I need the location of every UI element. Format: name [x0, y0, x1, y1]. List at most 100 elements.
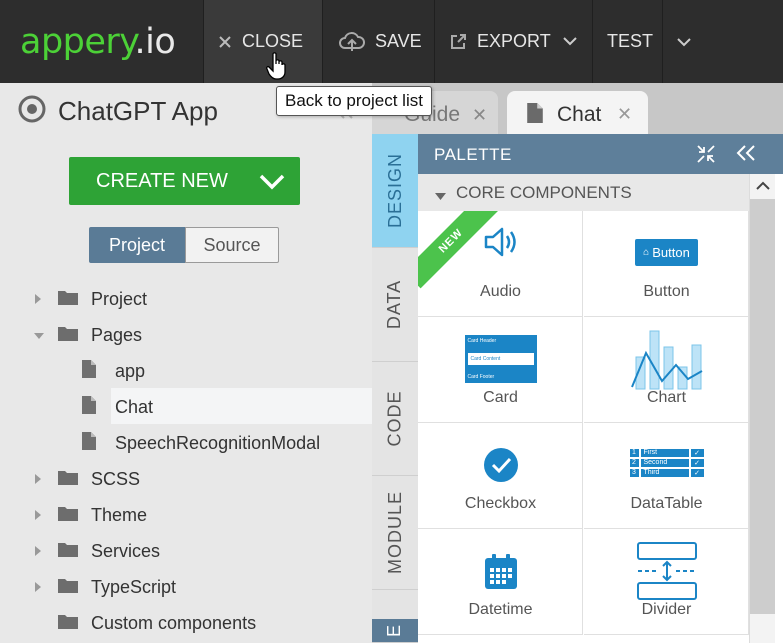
palette-item-datatable[interactable]: 1 First ✓ 2 Second ✓ 3 Third ✓ DataTable [584, 423, 749, 529]
page-file-icon [82, 431, 96, 455]
tree-item-label: TypeScript [91, 576, 177, 597]
close-label: CLOSE [242, 31, 304, 51]
tree-folder-pages[interactable]: Pages [0, 318, 372, 352]
tree-item-label: Custom components [91, 612, 257, 633]
component-label: Chart [646, 389, 687, 406]
expand-arrow-icon[interactable] [33, 289, 43, 310]
scroll-edge [775, 174, 783, 643]
chevron-down-icon[interactable] [562, 37, 577, 46]
datatable-cell: First [640, 449, 689, 457]
cloud-upload-icon [339, 31, 365, 53]
component-label: Checkbox [464, 495, 537, 512]
divider-icon [584, 541, 749, 601]
chart-icon [584, 327, 749, 391]
side-tab-label: MODULE [384, 490, 405, 575]
folder-icon [58, 325, 78, 346]
button-preview-text: Button [652, 245, 690, 260]
hand-cursor-icon [266, 52, 288, 85]
core-components-section[interactable]: CORE COMPONENTS [418, 174, 749, 211]
component-label: DataTable [630, 495, 703, 512]
side-tab-more[interactable]: E [372, 619, 418, 643]
logo-suffix: .io [134, 21, 176, 62]
side-tab-code[interactable]: CODE [372, 362, 418, 476]
tree-folder-typescript[interactable]: TypeScript [0, 570, 372, 604]
close-icon [218, 35, 232, 49]
tree-folder-custom-components[interactable]: Custom components [0, 606, 372, 640]
compress-icon[interactable] [696, 144, 716, 169]
save-button[interactable]: SAVE [322, 0, 434, 83]
chevron-down-icon[interactable] [259, 169, 285, 199]
test-button[interactable]: TEST [592, 0, 662, 83]
datatable-cell: 2 [629, 459, 639, 467]
card-preview-footer: Card Footer [467, 374, 495, 380]
tree-folder-project[interactable]: Project [0, 282, 372, 316]
project-view-button[interactable]: Project [89, 227, 185, 263]
side-tab-design[interactable]: DESIGN [372, 134, 418, 248]
collapse-arrow-icon[interactable] [33, 325, 45, 346]
palette-grid: NEW Audio ⌂ Button Button Card Header Car… [418, 211, 749, 643]
card-preview: Card Header Card Content Card Footer [418, 335, 583, 383]
close-tab-icon[interactable]: ✕ [617, 104, 632, 125]
palette-item-chart[interactable]: Chart [584, 317, 749, 423]
tree-item-label: Chat [115, 396, 154, 417]
logo-main: appery [20, 21, 135, 62]
side-tab-label: CODE [384, 390, 405, 447]
tab-label: Chat [557, 103, 602, 126]
component-label: Card [483, 389, 518, 406]
tree-folder-theme[interactable]: Theme [0, 498, 372, 532]
palette-item-audio[interactable]: NEW Audio [418, 211, 583, 317]
tab-chat[interactable]: Chat ✕ [507, 91, 648, 134]
top-toolbar: appery.io CLOSE SAVE EXPORT TEST [0, 0, 783, 83]
palette-item-divider[interactable]: Divider [584, 529, 749, 635]
palette-item-datetime[interactable]: Datetime [418, 529, 583, 635]
side-tab-module[interactable]: MODULE [372, 476, 418, 590]
tree-item-label: Theme [91, 504, 148, 525]
folder-icon [58, 577, 78, 598]
tree-item-label: SpeechRecognitionModal [115, 432, 321, 453]
component-label: Divider [641, 601, 692, 618]
expand-arrow-icon[interactable] [33, 505, 43, 526]
logo[interactable]: appery.io [0, 0, 203, 83]
editor-tabs: Guide ✕ Chat ✕ [372, 83, 783, 134]
tree-page-chat[interactable]: Chat [0, 390, 372, 424]
source-view-button[interactable]: Source [185, 227, 279, 263]
scroll-thumb[interactable] [750, 199, 776, 614]
tree-page-speechrecognitionmodal[interactable]: SpeechRecognitionModal [0, 426, 372, 460]
test-label: TEST [607, 31, 654, 51]
palette-header: PALETTE [418, 134, 783, 174]
palette-title: PALETTE [434, 145, 512, 164]
tooltip: Back to project list [276, 86, 432, 116]
section-label: CORE COMPONENTS [456, 183, 632, 202]
expand-arrow-icon[interactable] [33, 577, 43, 598]
folder-icon [58, 541, 78, 562]
palette-item-button[interactable]: ⌂ Button Button [584, 211, 749, 317]
tree-folder-scss[interactable]: SCSS [0, 462, 372, 496]
test-options-button[interactable] [662, 0, 783, 83]
collapse-palette-icon[interactable] [735, 144, 757, 167]
scroll-up-icon[interactable] [756, 178, 770, 196]
tree-folder-services[interactable]: Services [0, 534, 372, 568]
create-new-button[interactable]: CREATE NEW [69, 157, 300, 205]
view-toggle: Project Source [89, 227, 279, 263]
expand-arrow-icon[interactable] [33, 469, 43, 490]
tree-item-label: Project [91, 288, 148, 309]
project-title: ChatGPT App [18, 95, 218, 128]
project-panel: ChatGPT App CREATE NEW Project Source Pr… [0, 83, 372, 643]
close-button[interactable]: CLOSE [203, 0, 322, 83]
expand-arrow-icon[interactable] [33, 541, 43, 562]
tree-page-app[interactable]: app [0, 354, 372, 388]
tree-item-label: app [115, 360, 146, 381]
side-tab-label: DESIGN [384, 152, 405, 229]
side-tab-data[interactable]: DATA [372, 248, 418, 362]
close-tab-icon[interactable]: ✕ [472, 105, 487, 126]
export-button[interactable]: EXPORT [434, 0, 592, 83]
caret-down-icon [435, 188, 446, 206]
create-new-label: CREATE NEW [96, 169, 228, 192]
palette-item-checkbox[interactable]: Checkbox [418, 423, 583, 529]
palette-item-card[interactable]: Card Header Card Content Card Footer Car… [418, 317, 583, 423]
tree-item-label: SCSS [91, 468, 141, 489]
calendar-icon [418, 553, 583, 591]
side-tabs: DESIGN DATA CODE MODULE E [372, 134, 418, 643]
tree-item-label: Pages [91, 324, 143, 345]
checkbox-icon [418, 447, 583, 483]
